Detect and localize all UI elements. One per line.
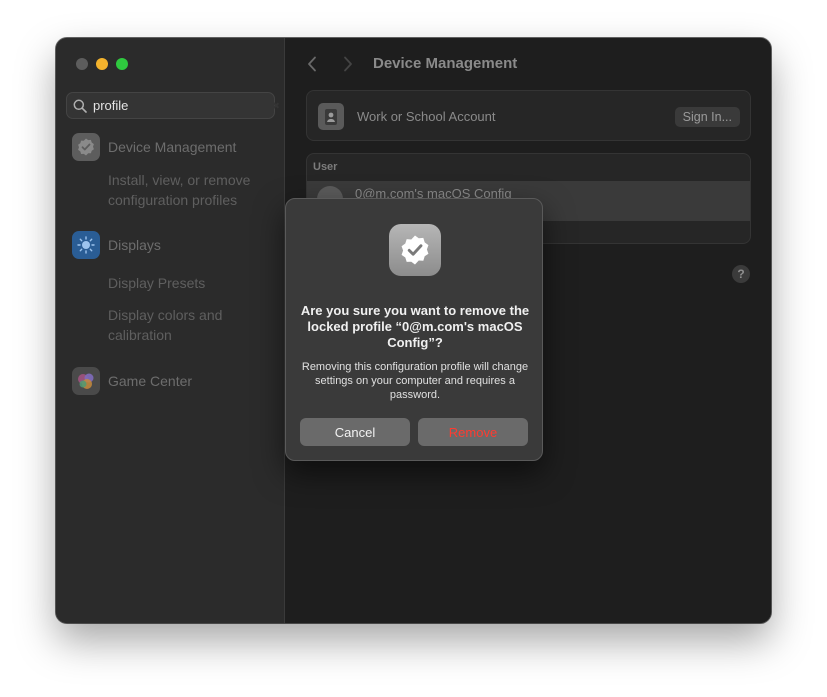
search-icon [73, 98, 87, 114]
checkmark-seal-icon [72, 133, 100, 161]
game-center-icon [72, 367, 100, 395]
help-button[interactable]: ? [732, 265, 750, 283]
remove-button[interactable]: Remove [418, 418, 528, 446]
account-label: Work or School Account [357, 109, 496, 124]
sidebar: Device Management Install, view, or remo… [56, 38, 285, 623]
sidebar-item-label: Game Center [108, 373, 193, 389]
sidebar-subitem-display-presets[interactable]: Display Presets [108, 273, 205, 293]
sidebar-item-label: Device Management [108, 139, 237, 155]
sun-icon [72, 231, 100, 259]
cancel-button[interactable]: Cancel [300, 418, 410, 446]
back-arrow-icon[interactable] [305, 54, 319, 74]
sidebar-subitem-display-colors[interactable]: Display colors and calibration [108, 305, 268, 345]
sign-in-button[interactable]: Sign In... [674, 107, 740, 127]
close-button[interactable] [76, 58, 88, 70]
zoom-button[interactable] [116, 58, 128, 70]
remove-profile-alert: Are you sure you want to remove the lock… [285, 198, 543, 461]
sidebar-item-device-management[interactable]: Device Management [72, 133, 236, 161]
page-title: Device Management [373, 55, 518, 72]
id-badge-icon [318, 103, 344, 130]
sidebar-subitem-device-management[interactable]: Install, view, or remove configuration p… [108, 170, 278, 210]
section-header: User [313, 161, 338, 173]
alert-message: Removing this configuration profile will… [301, 361, 529, 401]
sidebar-item-displays[interactable]: Displays [72, 231, 161, 259]
work-account-row: Work or School Account Sign In... [306, 90, 751, 141]
search-field[interactable] [66, 92, 275, 119]
minimize-button[interactable] [96, 58, 108, 70]
checkmark-seal-icon [389, 224, 441, 276]
forward-arrow-icon[interactable] [341, 54, 355, 74]
window-controls [76, 58, 128, 70]
alert-title: Are you sure you want to remove the lock… [300, 303, 530, 350]
search-input[interactable] [93, 98, 269, 113]
sidebar-item-label: Displays [108, 237, 161, 253]
navigation-arrows [305, 54, 355, 74]
sidebar-item-game-center[interactable]: Game Center [72, 367, 192, 395]
